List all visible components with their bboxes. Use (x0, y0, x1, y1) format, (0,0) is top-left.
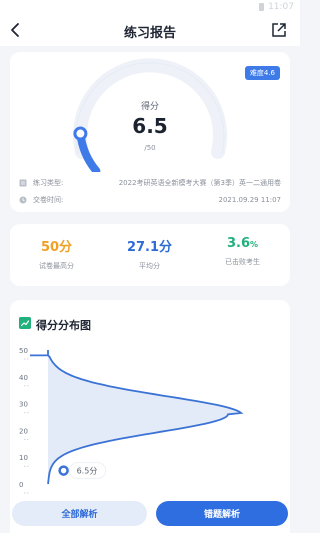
stat-beaten-value-wrap: 3.6% (196, 236, 289, 251)
status-right: 11:07 (259, 2, 294, 12)
score-total: /50 (144, 144, 156, 152)
stat-highest: 50分 试卷最高分 (10, 236, 103, 271)
submit-time-value: 2021.09.29 11:07 (218, 196, 281, 204)
nav-bar: 练习报告 (0, 14, 300, 46)
y-tick-label: 50 (19, 347, 28, 355)
battery-icon (259, 3, 265, 11)
stat-average-value: 27.1分 (126, 240, 173, 255)
bottom-action-bar: 全部解析 错题解析 (0, 494, 300, 533)
y-tick-label: 10 (19, 454, 28, 462)
stat-beaten-value: 3.6 (226, 236, 250, 251)
status-time: 11:07 (268, 2, 294, 12)
y-tick-label: 0 (19, 481, 23, 489)
score-label: 得分 (140, 102, 159, 112)
stat-average: 27.1分 平均分 (103, 236, 196, 271)
trend-chart-icon (19, 317, 31, 329)
submit-time-label: 交卷时间: (33, 196, 64, 204)
clock-icon (19, 196, 27, 204)
stat-beaten: 3.6% 已击败考生 (196, 236, 289, 267)
y-tick-label: 20 (19, 427, 28, 435)
stat-beaten-unit: % (250, 240, 259, 249)
score-marker: 6.5分 (58, 462, 107, 480)
share-icon[interactable] (270, 21, 288, 39)
distribution-chart: 50 40 30 20 10 0 6.5分 (19, 347, 244, 494)
score-gauge (73, 58, 227, 172)
page-title: 练习报告 (123, 26, 176, 41)
practice-type-value: 2022考研英语全新模考大赛（第3季）英一二通用卷 (118, 179, 281, 187)
practice-type-label: 练习类型: (33, 179, 64, 187)
distribution-title: 得分分布图 (36, 319, 91, 332)
score-value: 6.5 (132, 114, 168, 138)
y-axis-ticks: 50 40 30 20 10 0 (19, 347, 30, 494)
y-tick-label: 40 (19, 374, 28, 382)
score-card: 难度4.6 得分 6.5 /50 练习类型: 2022考研英语全新模考大赛（第3… (10, 52, 290, 212)
stat-highest-label: 试卷最高分 (39, 262, 74, 270)
document-icon (19, 179, 27, 187)
score-marker-label: 6.5分 (77, 467, 98, 476)
stat-average-label: 平均分 (139, 262, 160, 270)
submit-time-row: 交卷时间: 2021.09.29 11:07 (19, 194, 281, 206)
score-marker-dot (58, 465, 69, 476)
wrong-analysis-button[interactable]: 错题解析 (156, 501, 288, 526)
stat-beaten-label: 已击败考生 (225, 258, 260, 266)
stats-card: 50分 试卷最高分 27.1分 平均分 3.6% 已击败考生 (10, 224, 290, 286)
status-bar: 11:07 (0, 0, 300, 14)
difficulty-badge: 难度4.6 (244, 66, 280, 80)
all-analysis-button[interactable]: 全部解析 (12, 501, 147, 526)
y-tick-label: 30 (19, 401, 28, 409)
stat-highest-value: 50分 (40, 240, 73, 255)
practice-type-row: 练习类型: 2022考研英语全新模考大赛（第3季）英一二通用卷 (19, 177, 281, 189)
